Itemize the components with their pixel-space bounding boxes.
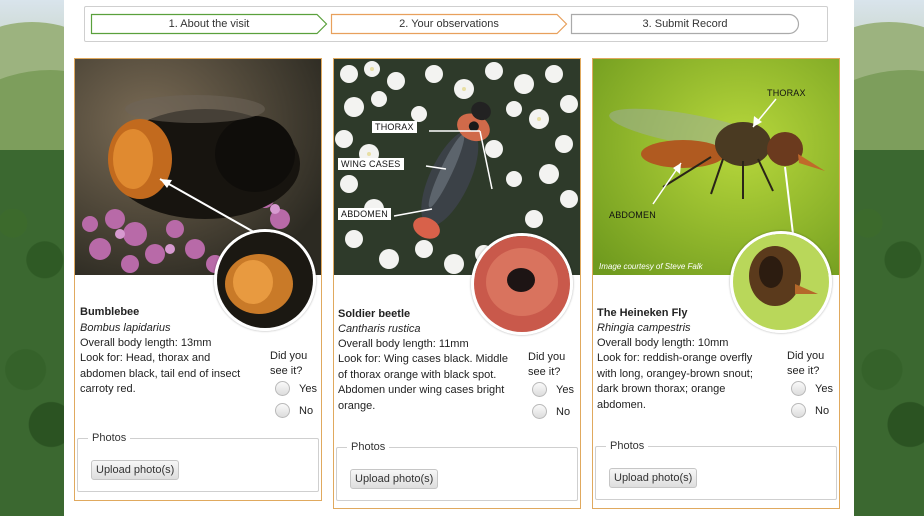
seen-yes-radio[interactable]: Yes	[791, 381, 833, 396]
step-label: 2. Your observations	[399, 18, 499, 30]
seen-question: Did you see it?	[528, 351, 566, 378]
seen-yes-radio[interactable]: Yes	[275, 381, 317, 396]
species-length: Overall body length: 13mm	[80, 337, 212, 349]
seen-no-radio[interactable]: No	[532, 404, 570, 419]
photos-legend: Photos	[610, 440, 645, 452]
step-label: 3. Submit Record	[642, 18, 728, 30]
upload-photos-button[interactable]: Upload photo(s)	[91, 460, 180, 480]
radio-label: Yes	[556, 383, 574, 396]
seen-no-radio[interactable]: No	[275, 403, 313, 418]
species-title: Soldier beetle	[338, 308, 411, 320]
photos-fieldset: Photos Upload photo(s)	[336, 441, 578, 501]
photos-fieldset: Photos Upload photo(s)	[77, 432, 319, 492]
progress-steps: 1. About the visit 2. Your observations …	[84, 6, 828, 42]
species-latin-name: Cantharis rustica	[338, 323, 421, 335]
species-look-for: Look for: Wing cases black. Middle of th…	[338, 353, 508, 412]
species-length: Overall body length: 10mm	[597, 337, 729, 349]
radio-button[interactable]	[791, 381, 806, 396]
species-look-for: Look for: Head, thorax and abdomen black…	[80, 352, 241, 395]
seen-question: Did you see it?	[787, 350, 825, 377]
radio-label: Yes	[299, 382, 317, 395]
radio-label: Yes	[815, 382, 833, 395]
photo-label-thorax: THORAX	[767, 88, 806, 98]
photo-label-abdomen: ABDOMEN	[609, 210, 656, 220]
upload-photos-button[interactable]: Upload photo(s)	[350, 469, 439, 489]
seen-yes-radio[interactable]: Yes	[532, 382, 574, 397]
photos-legend: Photos	[92, 432, 127, 444]
image-credit: Image courtesy of Steve Falk	[599, 262, 703, 271]
landscape-left	[0, 0, 64, 516]
species-card-bumblebee: Bumblebee Bombus lapidarius Overall body…	[74, 58, 322, 501]
radio-button[interactable]	[275, 381, 290, 396]
photo-label-wing-cases: WING CASES	[338, 158, 404, 170]
species-card-heineken-fly: THORAX ABDOMEN Image courtesy of Steve F…	[592, 58, 840, 509]
step-label: 1. About the visit	[168, 18, 250, 30]
bumblebee-detail-inset	[214, 229, 316, 331]
step-about-visit[interactable]: 1. About the visit	[90, 13, 328, 35]
species-title: The Heineken Fly	[597, 307, 688, 319]
radio-button[interactable]	[275, 403, 290, 418]
radio-button[interactable]	[532, 382, 547, 397]
species-latin-name: Bombus lapidarius	[80, 322, 171, 334]
photo-label-thorax: THORAX	[372, 121, 417, 133]
radio-label: No	[299, 404, 314, 417]
main-panel: 1. About the visit 2. Your observations …	[64, 0, 854, 516]
photo-label-abdomen: ABDOMEN	[338, 208, 391, 220]
species-title: Bumblebee	[80, 306, 140, 318]
photos-legend: Photos	[351, 441, 386, 453]
photos-fieldset: Photos Upload photo(s)	[595, 440, 837, 500]
species-card-soldier-beetle: THORAX WING CASES ABDOMEN Soldier beetle…	[333, 58, 581, 509]
step-submit-record[interactable]: 3. Submit Record	[570, 13, 800, 35]
seen-question: Did you see it?	[270, 350, 308, 377]
upload-photos-button[interactable]: Upload photo(s)	[609, 468, 698, 488]
heineken-fly-detail-inset	[730, 231, 832, 333]
species-look-for: Look for: reddish-orange overfly with lo…	[597, 352, 753, 411]
radio-label: No	[815, 404, 830, 417]
radio-label: No	[556, 405, 571, 418]
radio-button[interactable]	[532, 404, 547, 419]
soldier-beetle-detail-inset	[471, 233, 573, 335]
seen-no-radio[interactable]: No	[791, 403, 829, 418]
radio-button[interactable]	[791, 403, 806, 418]
step-your-observations[interactable]: 2. Your observations	[330, 13, 568, 35]
landscape-right	[854, 0, 924, 516]
species-length: Overall body length: 11mm	[338, 338, 469, 350]
species-latin-name: Rhingia campestris	[597, 322, 691, 334]
